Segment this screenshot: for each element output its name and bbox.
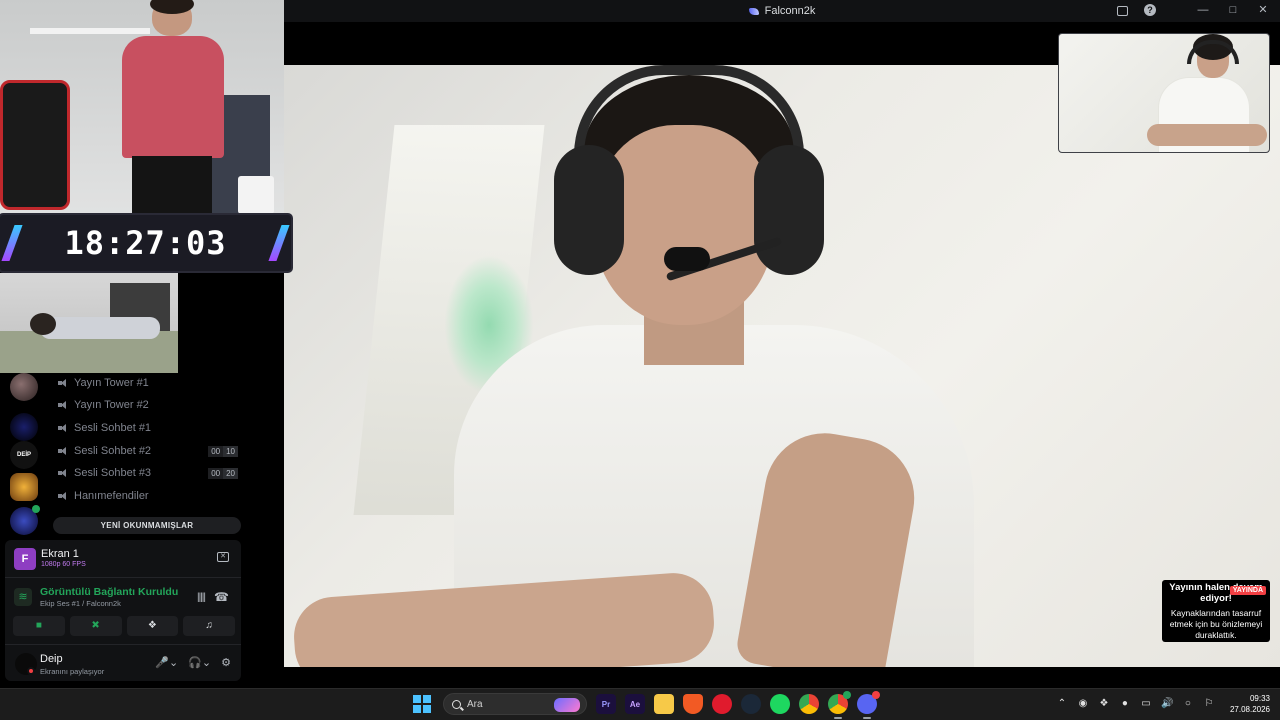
speaker-icon [58,400,68,410]
voice-channel[interactable]: Yayın Tower #2 [58,395,238,415]
clock-accent-right [268,225,290,261]
gaming-chair [0,80,70,210]
voice-channel[interactable]: Sesli Sohbet #2 00 10 [58,441,238,461]
stream-avatar: F [14,548,36,570]
titlebar-controls: ? — □ ✕ [1117,3,1270,17]
camera-button[interactable]: ■ [13,616,65,636]
chrome-icon[interactable] [799,694,819,714]
search-highlight-icon [554,698,580,712]
new-unreads-button[interactable]: YENİ OKUNMAMIŞLAR [53,517,241,534]
volume-mixer-icon[interactable]: ❖ [1098,698,1110,710]
user-count: 00 20 [208,467,238,479]
windows-start-icon[interactable] [413,695,431,713]
user-controls: 🎤⌄ 🎧⌄ ⚙ [155,656,231,669]
taskbar-clock[interactable]: 09:33 27.08.2026 [1230,693,1270,715]
defender-icon[interactable]: ◉ [1077,698,1089,710]
user-panel: Deip Ekranını paylaşıyor 🎤⌄ 🎧⌄ ⚙ [5,644,241,681]
minimize-icon[interactable]: — [1196,3,1210,17]
opera-gx-icon[interactable] [712,694,732,714]
chevron-up-icon[interactable]: ⌃ [1056,698,1068,710]
speaker-icon [58,378,68,388]
server-icon-4[interactable] [10,473,38,501]
status-dot-icon [27,667,35,675]
premiere-pro-icon[interactable]: Pr [596,694,616,714]
pip-video[interactable] [1058,33,1270,153]
display-icon[interactable]: ▭ [1140,698,1152,710]
clock-time: 18:27:03 [64,224,227,262]
speaker-icon [58,468,68,478]
activities-button[interactable]: ❖ [126,616,179,636]
speaker-icon [58,423,68,433]
chrome-canary-icon[interactable] [828,691,851,719]
network-icon[interactable]: ○ [1182,698,1194,710]
voice-actions: ■ ✖ ❖ ♫ [13,616,235,636]
voice-panel: F Ekran 1 1080p 60 FPS ✕ ≋ Görüntülü Bağ… [5,540,241,681]
taskbar-date: 27.08.2026 [1229,705,1270,714]
desktop: Falconn2k ? — □ ✕ 18:27:03 DEİP Yayın To… [0,0,1280,720]
after-effects-icon[interactable]: Ae [625,694,645,714]
server-icon-1[interactable] [10,373,38,401]
search-placeholder: Ara [467,698,483,710]
taskbar-time: 09:33 [1249,694,1270,703]
live-badge: YAYINDA [1229,586,1266,595]
soundboard-button[interactable]: ♫ [183,616,235,636]
falcon-logo-icon [748,7,759,15]
disconnect-icon[interactable]: ☎ [214,590,229,604]
help-icon[interactable]: ? [1144,4,1156,16]
gear-icon[interactable]: ⚙ [221,656,231,669]
system-tray: ⌃ ◉ ❖ ● ▭ 🔊 ○ ⚐ 09:33 27.08.2026 [1056,693,1270,715]
connection-status-text: Görüntülü Bağlantı Kuruldu [40,586,179,598]
stop-stream-icon[interactable]: ✕ [217,552,229,562]
close-icon[interactable]: ✕ [1256,3,1270,17]
spotify-icon[interactable] [770,694,790,714]
speaker-icon [58,446,68,456]
user-activity: Ekranını paylaşıyor [40,667,105,676]
speaker-icon [58,491,68,501]
secondary-camera [0,273,178,373]
notification-icon[interactable]: ⚐ [1203,698,1215,710]
user-count: 00 10 [208,445,238,457]
search-icon [452,699,461,709]
headphones-icon[interactable]: 🎧⌄ [188,656,211,669]
main-video-feed[interactable] [284,65,1280,667]
stream-paused-notice[interactable]: Yayının halen devam ediyor! YAYINDA Kayn… [1162,580,1270,642]
inbox-icon[interactable] [1117,6,1128,16]
clock-accent-left [1,225,23,261]
discord-titlebar: Falconn2k ? — □ ✕ [284,0,1280,22]
windows-taskbar: Ara Pr Ae ⌃ ◉ ❖ ● ▭ 🔊 ○ ⚐ 09:33 27.08.20… [0,688,1280,720]
steam-icon[interactable] [741,694,761,714]
server-icon-deip[interactable]: DEİP [10,441,38,469]
connection-detail[interactable]: Ekip Ses #1 / Falconn2k [40,599,121,608]
discord-icon[interactable] [857,691,880,719]
streamer-person [291,65,1054,667]
mic-tray-icon[interactable]: ● [1119,698,1131,710]
speaker-tray-icon[interactable]: 🔊 [1161,698,1173,710]
server-icon-2[interactable] [10,413,38,441]
stream-quality: 1080p 60 FPS [41,561,86,568]
file-explorer-icon[interactable] [654,694,674,714]
window-title: Falconn2k [748,5,816,17]
voice-channel[interactable]: Sesli Sohbet #1 [58,418,238,438]
voice-channel[interactable]: Hanımefendiler [58,486,238,506]
username[interactable]: Deip [40,653,63,665]
brave-icon[interactable] [683,694,703,714]
microphone-icon[interactable]: 🎤⌄ [155,656,178,669]
maximize-icon[interactable]: □ [1226,3,1240,17]
noise-suppression-icon[interactable]: ||||| [197,592,206,603]
taskbar-apps: Ara Pr Ae [410,691,880,719]
voice-channel[interactable]: Sesli Sohbet #3 00 20 [58,463,238,483]
signal-icon[interactable]: ≋ [14,588,32,606]
voice-channel[interactable]: Yayın Tower #1 [58,373,238,393]
connection-status: ≋ Görüntülü Bağlantı Kuruldu Ekip Ses #1… [5,578,241,614]
overlay-clock: 18:27:03 [0,215,291,271]
server-icon-5[interactable] [10,505,40,535]
taskbar-search[interactable]: Ara [443,693,587,715]
webcam-overlay [0,0,284,214]
window-title-text: Falconn2k [764,5,816,17]
notice-body: Kaynaklarından tasarruf etmek için bu ön… [1169,608,1263,640]
screen-share-button[interactable]: ✖ [69,616,122,636]
stream-name: Ekran 1 [41,548,79,560]
stream-preview-bar[interactable]: F Ekran 1 1080p 60 FPS ✕ [5,540,241,578]
